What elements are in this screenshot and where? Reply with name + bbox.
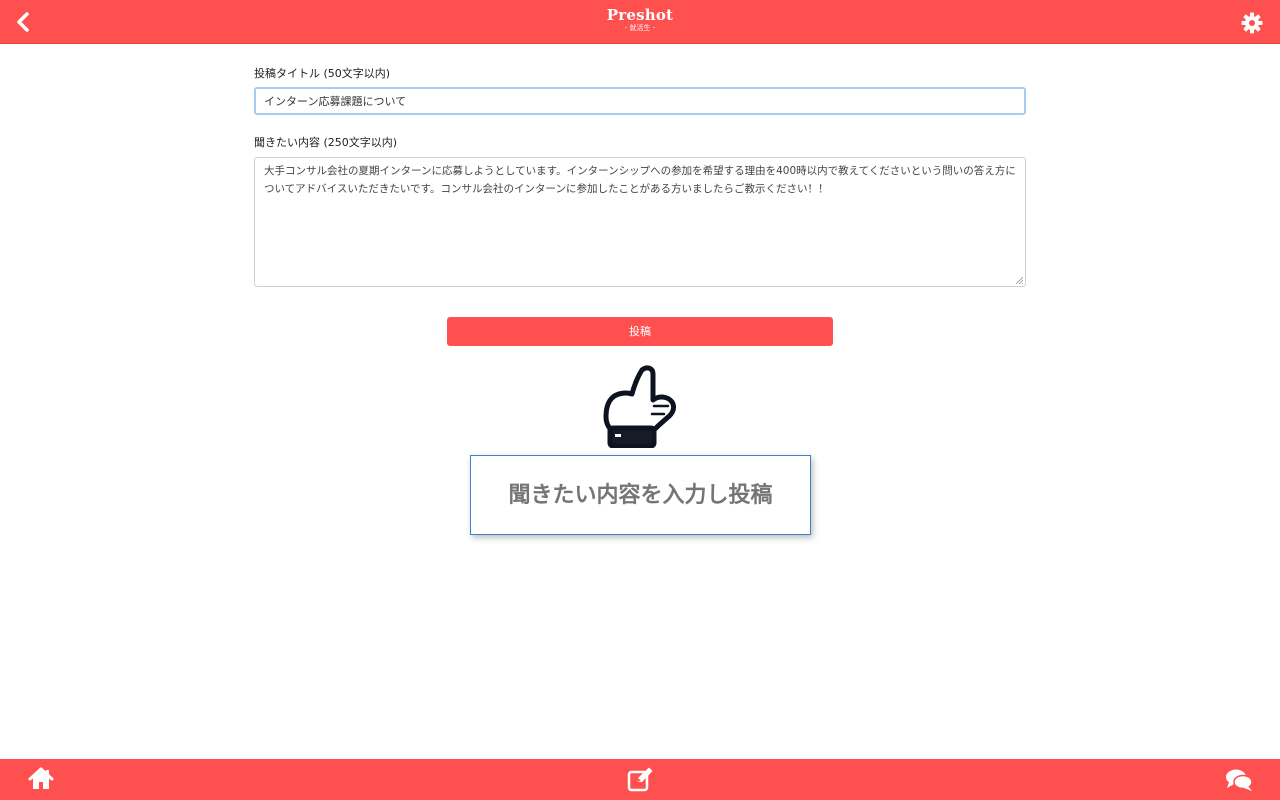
nav-post-button[interactable] [627, 767, 654, 792]
top-bar: Preshot - 就活生 - [0, 0, 1280, 44]
title-input[interactable] [254, 87, 1026, 115]
logo-text: Preshot [606, 6, 674, 24]
app-logo: Preshot - 就活生 - [0, 6, 1280, 33]
resize-grip-icon[interactable] [1015, 276, 1023, 284]
chat-icon [1226, 769, 1253, 791]
tooltip-text: 聞きたい内容を入力し投稿 [508, 483, 773, 508]
gear-icon [1241, 12, 1263, 34]
pointing-hand-icon [603, 365, 676, 448]
post-form: 投稿タイトル (50文字以内) 聞きたい内容 (250文字以内) 大手コンサル会… [254, 66, 1026, 287]
settings-button[interactable] [1240, 11, 1264, 35]
nav-home-button[interactable] [28, 767, 54, 791]
nav-chat-button[interactable] [1225, 768, 1253, 792]
bottom-nav [0, 759, 1280, 800]
logo-subtitle: - 就活生 - [624, 24, 656, 32]
title-label: 投稿タイトル (50文字以内) [254, 67, 391, 80]
tutorial-tooltip: 聞きたい内容を入力し投稿 [470, 455, 811, 535]
post-button[interactable]: 投稿 [447, 317, 833, 346]
edit-icon [627, 767, 653, 792]
home-icon [28, 767, 54, 789]
content-textarea[interactable]: 大手コンサル会社の夏期インターンに応募しようとしています。インターンシップへの参… [254, 157, 1026, 287]
content-label: 聞きたい内容 (250文字以内) [254, 136, 398, 149]
content-text: 大手コンサル会社の夏期インターンに応募しようとしています。インターンシップへの参… [264, 165, 1016, 195]
